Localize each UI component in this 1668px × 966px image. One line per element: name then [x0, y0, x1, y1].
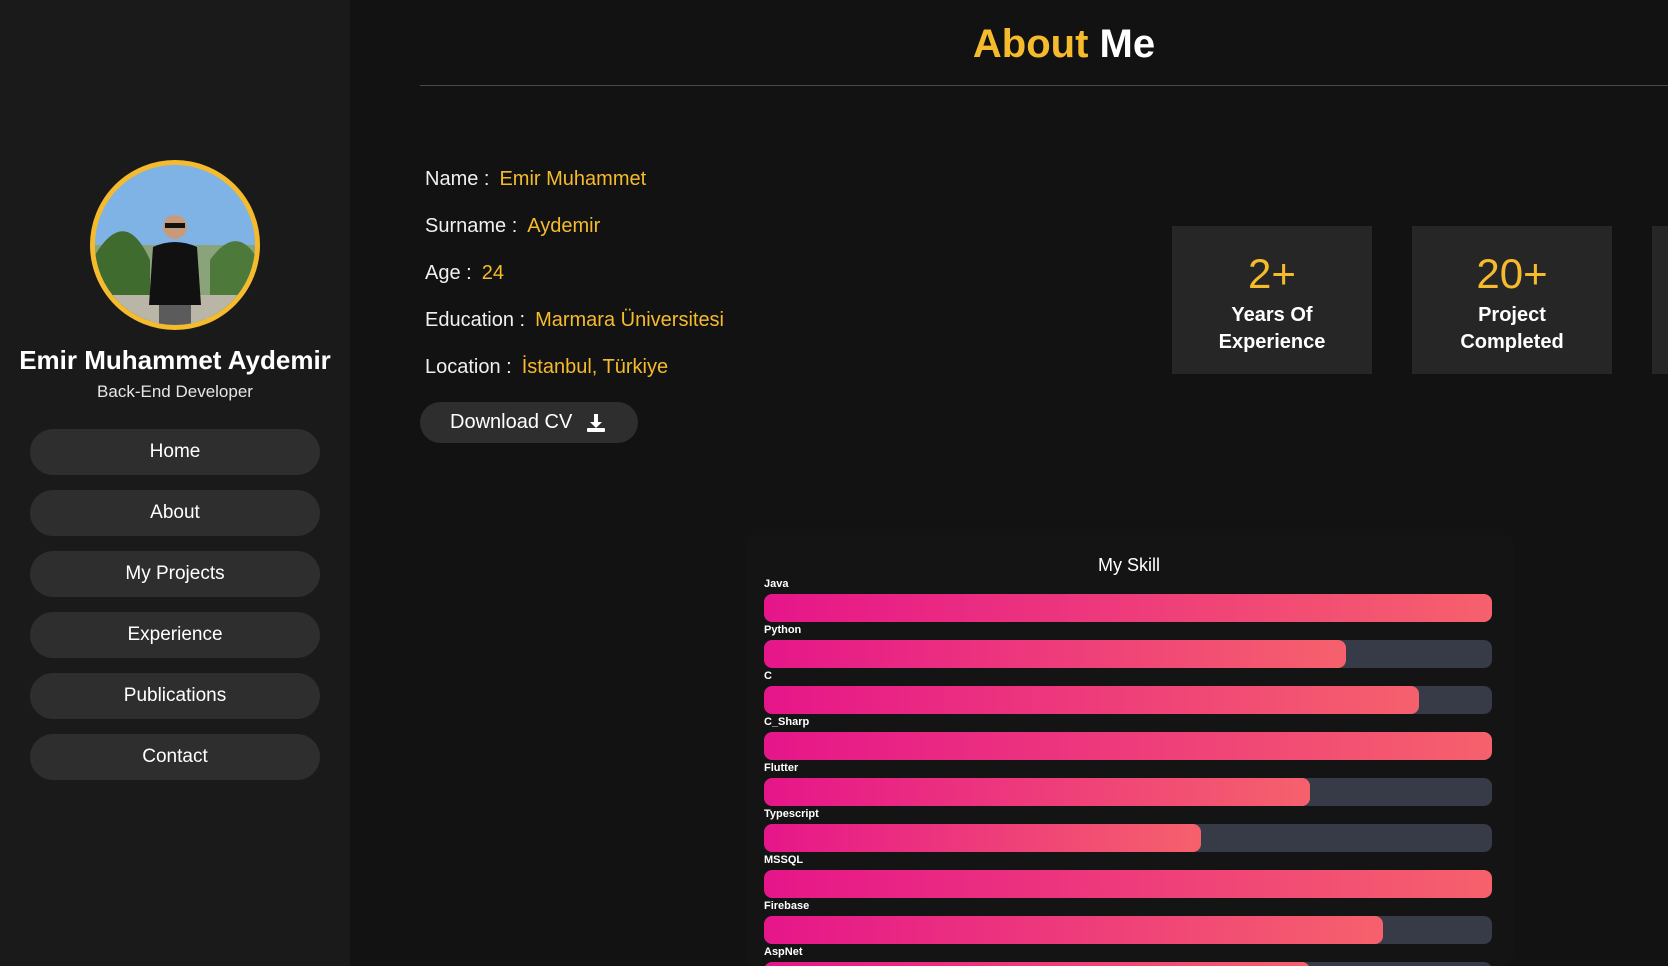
info-label: Name :: [425, 168, 490, 190]
skill-row: Firebase: [764, 900, 1492, 944]
skill-bar-fill: [764, 824, 1201, 852]
skills-panel: My Skill Java Python C C_Sharp Flutter Typesc…: [745, 535, 1513, 966]
page-title-rest: Me: [1099, 22, 1156, 66]
nav-item-home[interactable]: Home: [30, 429, 320, 475]
stat-label-line: Completed: [1460, 331, 1564, 353]
nav-item-publications[interactable]: Publications: [30, 673, 320, 719]
info-label: Location :: [425, 356, 512, 378]
stat-label-line: Experience: [1218, 331, 1326, 353]
info-row-location: Location : İstanbul, Türkiye: [425, 356, 724, 403]
skill-bar-fill: [764, 916, 1383, 944]
skills-title: My Skill: [1098, 555, 1160, 575]
skill-name: Flutter: [764, 762, 799, 774]
skill-bar-fill: [764, 778, 1310, 806]
skill-bar-track: [764, 778, 1492, 806]
download-cv-button[interactable]: Download CV: [420, 402, 638, 443]
skill-name: Typescript: [764, 808, 819, 820]
stat-label-line: Years Of: [1231, 304, 1313, 326]
page-title-accent: About: [972, 22, 1089, 66]
sidebar: Emir Muhammet Aydemir Back-End Developer…: [0, 0, 350, 966]
nav-item-my-projects[interactable]: My Projects: [30, 551, 320, 597]
info-label: Age :: [425, 262, 472, 284]
skill-name: Firebase: [764, 900, 810, 912]
skill-bar-fill: [764, 686, 1420, 714]
sidebar-nav: Home About My Projects Experience Public…: [30, 429, 320, 795]
info-value: Aydemir: [527, 215, 601, 237]
skill-row: Python: [764, 624, 1492, 668]
skill-bar-fill: [764, 962, 1310, 966]
info-value: 24: [481, 262, 504, 284]
skill-bar-fill: [764, 732, 1492, 760]
skill-row: AspNet: [764, 946, 1492, 966]
skill-bar-track: [764, 640, 1492, 668]
skill-row: Typescript: [764, 808, 1492, 852]
skill-row: Flutter: [764, 762, 1492, 806]
skill-bar-track: [764, 870, 1492, 898]
skill-bar-track: [764, 916, 1492, 944]
skill-name: C: [764, 670, 772, 682]
skill-bar-track: [764, 732, 1492, 760]
skill-bar-fill: [764, 870, 1492, 898]
skill-name: Python: [764, 624, 802, 636]
skill-bar-fill: [764, 594, 1492, 622]
stat-label-line: Project: [1478, 304, 1546, 326]
info-row-surname: Surname : Aydemir: [425, 215, 724, 262]
stat-label: Years Of Experience: [1172, 302, 1372, 356]
stat-card-projects: 20+ Project Completed: [1412, 226, 1612, 374]
personal-info: Name : Emir Muhammet Surname : Aydemir Age…: [425, 168, 724, 403]
skill-bar-fill: [764, 640, 1347, 668]
stat-number: 20+: [1476, 250, 1548, 297]
download-cv-label: Download CV: [450, 411, 573, 433]
main-content: About Me Name : Emir Muhammet Surname : Ay…: [350, 0, 1668, 966]
stat-number: 2+: [1248, 250, 1296, 297]
profile-name: Emir Muhammet Aydemir: [19, 345, 331, 375]
page-title: About Me: [350, 22, 1668, 67]
skill-row: C: [764, 670, 1492, 714]
profile-role: Back-End Developer: [97, 382, 253, 401]
info-label: Surname :: [425, 215, 518, 237]
info-value: İstanbul, Türkiye: [521, 356, 669, 378]
info-value: Marmara Üniversitesi: [535, 309, 725, 331]
info-label: Education :: [425, 309, 526, 331]
info-value: Emir Muhammet: [499, 168, 647, 190]
skill-row: MSSQL: [764, 854, 1492, 898]
title-divider: [420, 85, 1668, 86]
skill-row: C_Sharp: [764, 716, 1492, 760]
skill-bar-track: [764, 686, 1492, 714]
skill-bar-track: [764, 594, 1492, 622]
info-row-education: Education : Marmara Üniversitesi: [425, 309, 724, 356]
skill-row: Java: [764, 578, 1492, 622]
profile-photo: [95, 165, 255, 325]
stat-label: Project Completed: [1412, 302, 1612, 356]
skill-bar-track: [764, 962, 1492, 966]
avatar: [90, 160, 260, 330]
skill-name: Java: [764, 578, 789, 590]
download-icon: [587, 414, 605, 432]
skill-name: AspNet: [764, 946, 803, 958]
skill-bar-track: [764, 824, 1492, 852]
skill-name: MSSQL: [764, 854, 804, 866]
nav-item-contact[interactable]: Contact: [30, 734, 320, 780]
info-row-name: Name : Emir Muhammet: [425, 168, 724, 215]
stat-card-experience: 2+ Years Of Experience: [1172, 226, 1372, 374]
nav-item-experience[interactable]: Experience: [30, 612, 320, 658]
stat-card-partial: [1652, 226, 1668, 374]
skill-name: C_Sharp: [764, 716, 810, 728]
nav-item-about[interactable]: About: [30, 490, 320, 536]
info-row-age: Age : 24: [425, 262, 724, 309]
